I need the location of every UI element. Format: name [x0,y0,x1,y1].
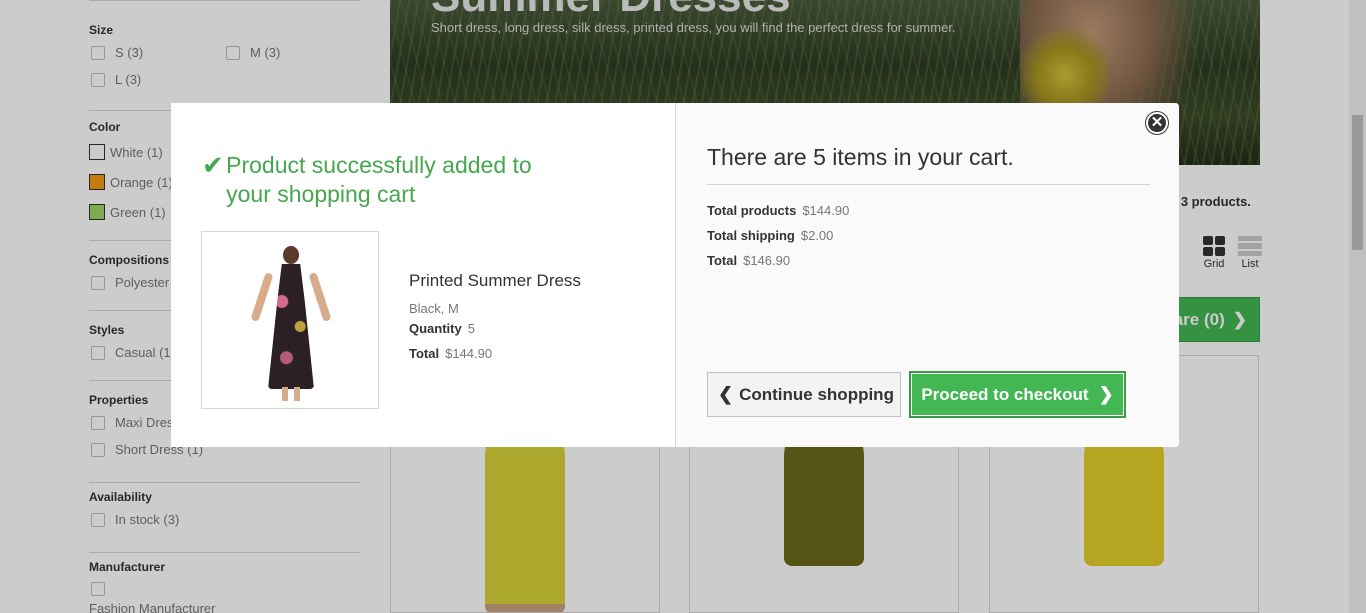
proceed-to-checkout-button[interactable]: Proceed to checkout ❯ [910,372,1125,417]
divider [707,184,1150,185]
cart-total: Total $146.90 [707,253,790,268]
checkmark-icon: ✔ [202,150,224,180]
product-attributes: Black, M [409,301,459,316]
product-quantity: Quantity 5 [409,321,475,336]
product-figure-arm [250,271,274,323]
quantity-label: Quantity [409,321,462,336]
total-shipping-label: Total shipping [707,228,795,243]
total-products-value: $144.90 [802,203,850,218]
total-products-label: Total products [707,203,797,218]
close-icon[interactable]: ✕ [1146,112,1168,134]
product-figure-arm [308,271,332,323]
checkout-label: Proceed to checkout [921,384,1089,404]
cart-confirmation-modal: ✔ Product successfully added to your sho… [171,103,1179,447]
chevron-left-icon: ❮ [718,384,734,404]
chevron-right-icon: ❯ [1098,384,1114,404]
continue-shopping-button[interactable]: ❮ Continue shopping [707,372,901,417]
product-figure-head [283,246,299,264]
product-name: Printed Summer Dress [409,271,581,290]
continue-shopping-label: Continue shopping [739,384,894,404]
success-message: ✔ Product successfully added to your sho… [202,151,562,209]
product-total: Total $144.90 [409,346,492,361]
success-text: Product successfully added to your shopp… [226,152,532,207]
product-figure-legs [282,387,300,401]
cart-total-label: Total [707,253,738,268]
cart-total-value: $146.90 [743,253,791,268]
product-total-label: Total [409,346,440,361]
total-products: Total products $144.90 [707,203,849,218]
cart-summary-panel: There are 5 items in your cart. Total pr… [675,103,1179,447]
product-figure-dress [268,264,314,389]
cart-item-count: There are 5 items in your cart. [707,144,1014,170]
total-shipping: Total shipping $2.00 [707,228,833,243]
added-product-panel: ✔ Product successfully added to your sho… [171,103,675,447]
product-thumbnail [201,231,379,409]
quantity-value: 5 [467,321,475,336]
total-shipping-value: $2.00 [800,228,834,243]
product-total-value: $144.90 [445,346,493,361]
